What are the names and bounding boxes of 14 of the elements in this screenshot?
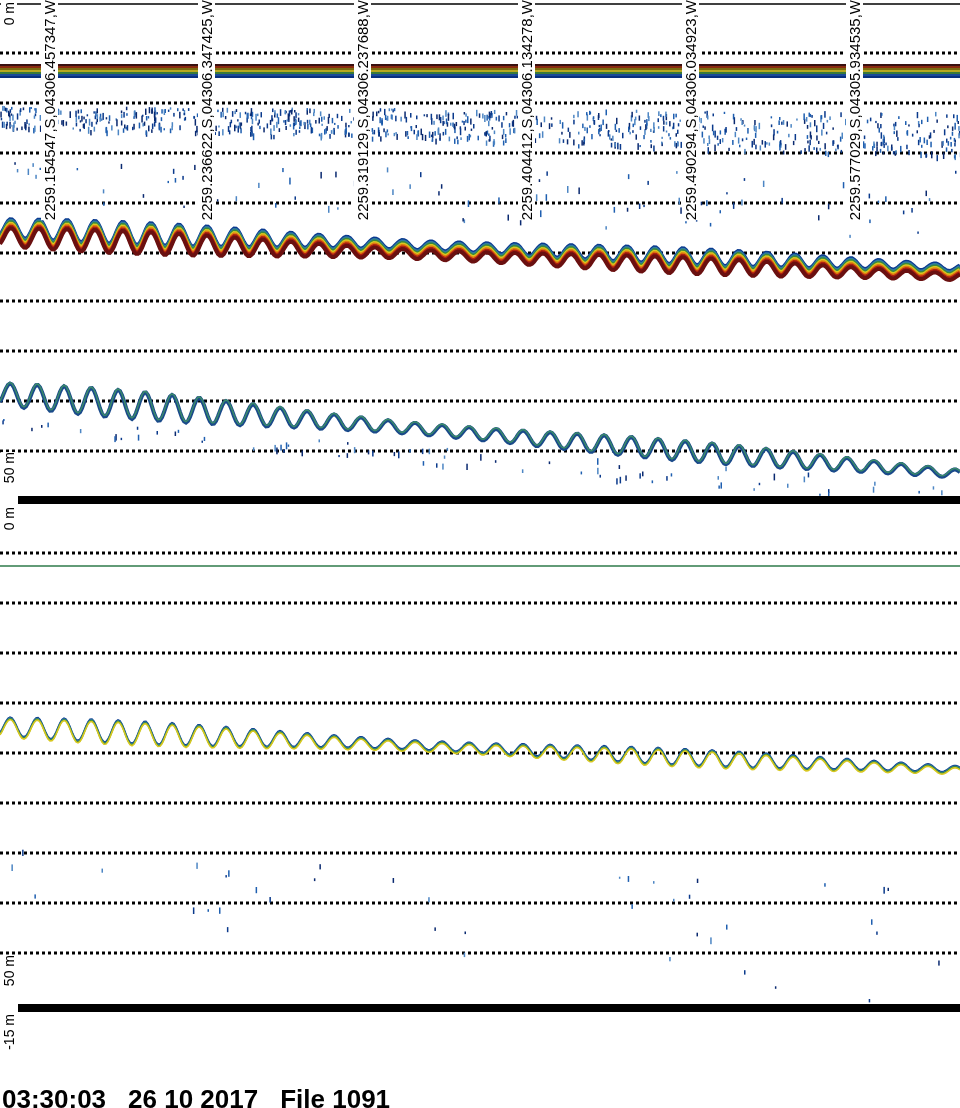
position-label: 2259.404412,S,04306.134278,W	[518, 0, 535, 221]
position-label: 2259.154547,S,04306.457347,W	[41, 0, 58, 221]
depth-label: 50 m	[1, 452, 17, 484]
position-label: 2259.319129,S,04306.237688,W	[354, 0, 371, 221]
position-label: 2259.236622,S,04306.347425,W	[198, 0, 215, 221]
time-text: 03:30:03	[2, 1084, 107, 1108]
depth-label: 0 m	[1, 507, 17, 531]
depth-label: -15 m	[1, 1014, 17, 1050]
depth-label: 50 m	[1, 955, 17, 987]
file-text: File 1091	[280, 1084, 391, 1108]
date-text: 26 10 2017	[128, 1084, 259, 1108]
depth-label: 0 m	[1, 2, 17, 26]
position-label: 2259.490294,S,04306.034923,W	[682, 0, 699, 221]
position-label: 2259.577029,S,04305.934535,W	[846, 0, 863, 221]
